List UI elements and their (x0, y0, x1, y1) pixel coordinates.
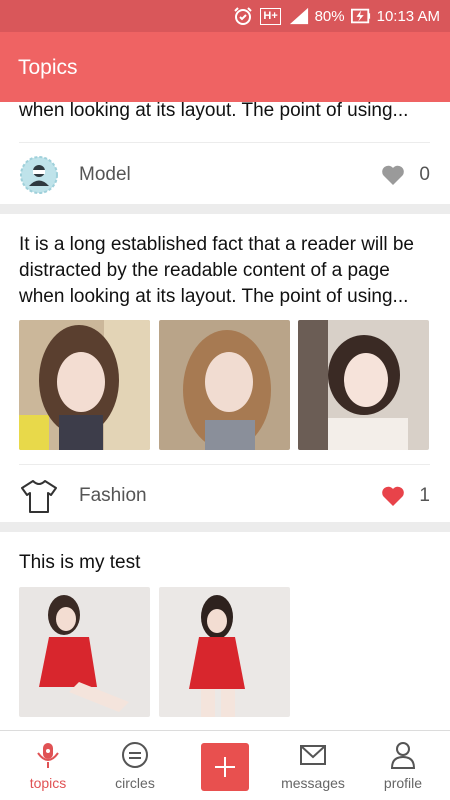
nav-label: topics (29, 775, 67, 791)
post-image[interactable] (159, 587, 290, 717)
divider (19, 142, 430, 143)
post-text: when looking at its layout. The point of… (19, 102, 409, 121)
nav-topics[interactable]: topics (3, 739, 93, 791)
like-count: 1 (419, 485, 430, 506)
page-title: Topics (18, 56, 78, 79)
nav-messages[interactable]: messages (268, 739, 358, 791)
nav-circles[interactable]: circles (90, 739, 180, 791)
nav-label: messages (281, 775, 345, 791)
bottom-nav: topics circles messages profile (0, 730, 450, 800)
post-image[interactable] (19, 587, 150, 717)
post-image[interactable] (159, 320, 290, 450)
alarm-icon (233, 6, 253, 26)
post-card[interactable]: when looking at its layout. The point of… (0, 102, 450, 204)
category-label[interactable]: Fashion (79, 485, 381, 507)
post-image[interactable] (19, 320, 150, 450)
microphone-icon (3, 739, 93, 771)
divider (19, 464, 430, 465)
post-text: It is a long established fact that a rea… (19, 234, 415, 307)
battery-charging-icon (350, 6, 371, 26)
heart-outline-icon (382, 165, 405, 185)
post-text: This is my test (19, 552, 141, 573)
person-icon (358, 739, 448, 771)
like-count: 0 (419, 164, 430, 185)
app-bar: Topics (0, 32, 450, 102)
nav-label: circles (115, 775, 155, 791)
like-control[interactable]: 0 (381, 164, 430, 186)
nav-profile[interactable]: profile (358, 739, 448, 791)
post-card[interactable]: This is my test (0, 532, 450, 730)
signal-icon (289, 6, 309, 26)
post-footer: Model 0 (19, 153, 430, 197)
nav-label: profile (383, 775, 423, 791)
plus-icon (215, 757, 235, 777)
status-bar: H+ 80% 10:13 AM (0, 0, 450, 32)
post-card[interactable]: It is a long established fact that a rea… (0, 214, 450, 522)
avatar-badge-icon[interactable] (19, 155, 59, 195)
category-label[interactable]: Model (79, 164, 381, 186)
like-control[interactable]: 1 (381, 485, 430, 507)
add-post-button[interactable] (201, 743, 249, 791)
tshirt-icon[interactable] (19, 476, 59, 516)
post-image[interactable] (298, 320, 429, 450)
network-type-label: H+ (260, 7, 281, 25)
envelope-icon (268, 739, 358, 771)
post-footer: Fashion 1 (19, 474, 430, 518)
clock: 10:13 AM (376, 7, 440, 25)
battery-percent: 80% (314, 7, 345, 25)
network-type-icon: H+ (259, 6, 283, 26)
heart-filled-icon (382, 486, 405, 506)
status-icons: H+ 80% 10:13 AM (233, 6, 440, 26)
chat-circle-icon (90, 739, 180, 771)
topics-feed[interactable]: when looking at its layout. The point of… (0, 102, 450, 730)
